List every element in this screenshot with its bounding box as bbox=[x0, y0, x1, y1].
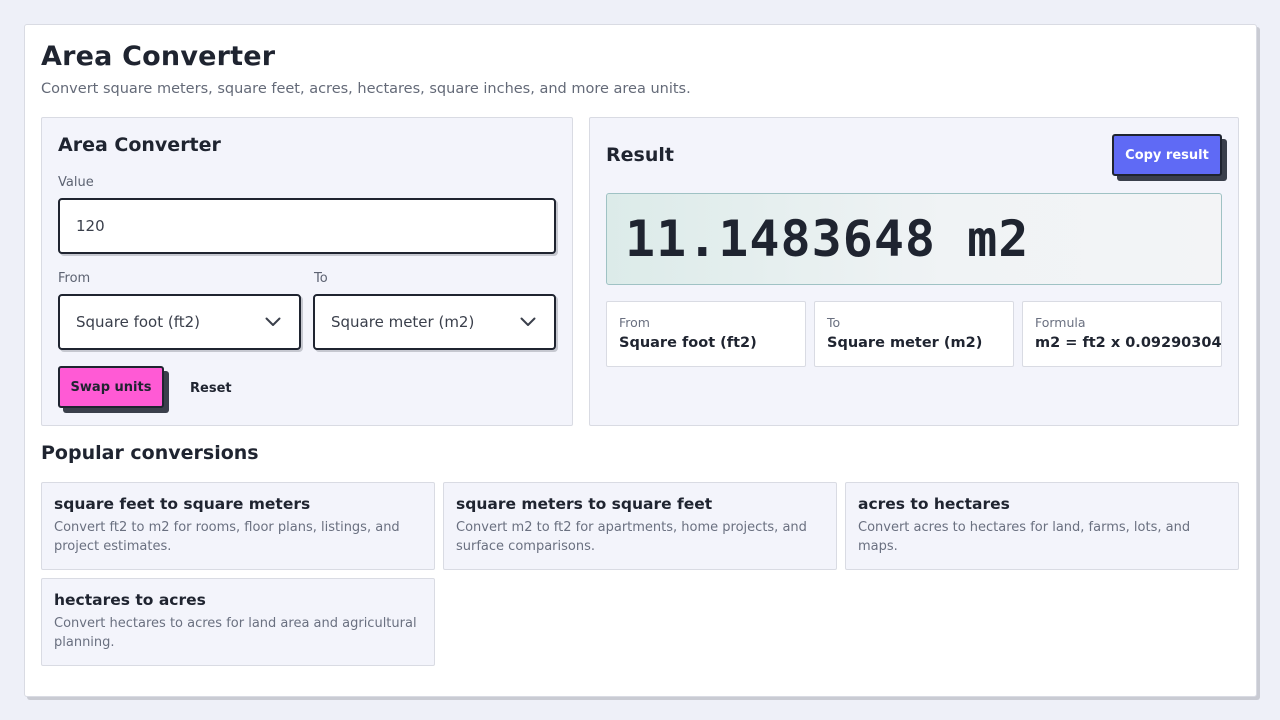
from-unit-select[interactable]: Square foot (ft2) bbox=[58, 294, 301, 350]
page-title: Area Converter bbox=[41, 41, 276, 72]
result-formula-label: Formula bbox=[1035, 315, 1086, 330]
result-title: Result bbox=[606, 144, 674, 166]
popular-conversion-card[interactable]: acres to hectares Convert acres to hecta… bbox=[845, 482, 1239, 570]
page-subtitle: Convert square meters, square feet, acre… bbox=[41, 81, 691, 97]
converter-panel-title: Area Converter bbox=[58, 134, 221, 156]
popular-conversion-title: square meters to square feet bbox=[456, 495, 713, 513]
result-value: 11.1483648 m2 bbox=[625, 210, 1030, 268]
from-unit-selected: Square foot (ft2) bbox=[76, 313, 201, 331]
chevron-down-icon bbox=[520, 314, 536, 330]
swap-units-button[interactable]: Swap units bbox=[58, 366, 164, 408]
result-from-card: From Square foot (ft2) bbox=[606, 301, 806, 367]
popular-conversion-card[interactable]: square meters to square feet Convert m2 … bbox=[443, 482, 837, 570]
result-panel: Result Copy result 11.1483648 m2 From Sq… bbox=[589, 117, 1239, 426]
chevron-down-icon bbox=[265, 314, 281, 330]
popular-conversion-title: hectares to acres bbox=[54, 591, 206, 609]
popular-conversion-title: acres to hectares bbox=[858, 495, 1010, 513]
result-to-label: To bbox=[827, 315, 841, 330]
popular-conversion-desc: Convert ft2 to m2 for rooms, floor plans… bbox=[54, 520, 400, 554]
result-to-value: Square meter (m2) bbox=[827, 335, 983, 351]
popular-conversion-title: square feet to square meters bbox=[54, 495, 311, 513]
to-unit-select[interactable]: Square meter (m2) bbox=[313, 294, 556, 350]
copy-result-button[interactable]: Copy result bbox=[1112, 134, 1222, 176]
result-display: 11.1483648 m2 bbox=[606, 193, 1222, 285]
popular-conversions-title: Popular conversions bbox=[41, 442, 259, 464]
from-label: From bbox=[58, 271, 91, 286]
value-input[interactable]: 120 bbox=[58, 198, 556, 254]
popular-conversion-desc: Convert hectares to acres for land area … bbox=[54, 616, 417, 650]
converter-card: Area Converter Convert square meters, sq… bbox=[24, 24, 1257, 697]
result-formula-card: Formula m2 = ft2 x 0.09290304 bbox=[1022, 301, 1222, 367]
result-from-label: From bbox=[619, 315, 650, 330]
to-unit-selected: Square meter (m2) bbox=[331, 313, 475, 331]
popular-conversion-desc: Convert acres to hectares for land, farm… bbox=[858, 520, 1191, 554]
converter-panel: Area Converter Value 120 From Square foo… bbox=[41, 117, 573, 426]
result-from-value: Square foot (ft2) bbox=[619, 335, 757, 351]
popular-conversion-card[interactable]: hectares to acres Convert hectares to ac… bbox=[41, 578, 435, 666]
reset-button[interactable]: Reset bbox=[182, 376, 240, 400]
popular-conversion-card[interactable]: square feet to square meters Convert ft2… bbox=[41, 482, 435, 570]
popular-conversion-desc: Convert m2 to ft2 for apartments, home p… bbox=[456, 520, 807, 554]
to-label: To bbox=[314, 271, 328, 286]
result-to-card: To Square meter (m2) bbox=[814, 301, 1014, 367]
result-formula-value: m2 = ft2 x 0.09290304 bbox=[1035, 335, 1222, 351]
value-input-text: 120 bbox=[76, 217, 105, 235]
value-label: Value bbox=[58, 175, 94, 190]
